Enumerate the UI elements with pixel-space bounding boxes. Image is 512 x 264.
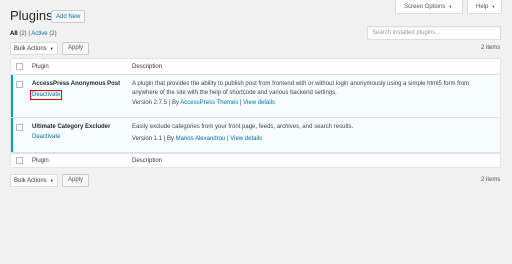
plugin-name: Ultimate Category Excluder bbox=[32, 124, 111, 130]
plugin-meta: Version 2.7.5 | By AccessPress Themes | … bbox=[132, 100, 276, 106]
table-row: AccessPress Anonymous Post Deactivate A … bbox=[11, 75, 500, 118]
plugin-version: Version 1.1 bbox=[132, 136, 163, 142]
items-count-top: 2 items bbox=[481, 45, 501, 51]
page-title: Plugins bbox=[10, 8, 53, 23]
table-header: Plugin Description bbox=[11, 59, 500, 75]
search-plugins-input[interactable]: Search installed plugins... bbox=[367, 26, 501, 40]
add-new-button[interactable]: Add New bbox=[51, 10, 86, 23]
plugin-author-link[interactable]: Marios Alexandrou bbox=[176, 136, 226, 142]
active-indicator bbox=[11, 75, 13, 117]
filter-separator: | bbox=[28, 31, 30, 37]
help-label: Help bbox=[476, 4, 489, 10]
plugin-status-filters: All (2) | Active (2) bbox=[10, 31, 57, 37]
column-footer-description: Description bbox=[132, 158, 163, 164]
filter-all-link[interactable]: All bbox=[10, 31, 18, 37]
bulk-actions-select-top[interactable]: Bulk Actions ▼ bbox=[10, 42, 58, 55]
deactivate-link[interactable]: Deactivate bbox=[32, 134, 60, 140]
plugin-version: Version 2.7.5 bbox=[132, 100, 168, 106]
view-details-link[interactable]: View details bbox=[230, 136, 262, 142]
plugins-table: Plugin Description AccessPress Anonymous… bbox=[10, 58, 501, 168]
caret-down-icon: ▼ bbox=[448, 4, 453, 9]
bulk-actions-label: Bulk Actions bbox=[14, 178, 47, 184]
deactivate-link[interactable]: Deactivate bbox=[30, 90, 63, 100]
help-button[interactable]: Help ▼ bbox=[467, 0, 502, 14]
bulk-actions-label: Bulk Actions bbox=[14, 46, 47, 52]
filter-active-count: (2) bbox=[49, 31, 57, 37]
view-details-link[interactable]: View details bbox=[243, 100, 275, 106]
select-all-checkbox-footer[interactable] bbox=[16, 157, 23, 164]
screen-options-button[interactable]: Screen Options ▼ bbox=[395, 0, 463, 14]
column-header-description: Description bbox=[132, 64, 163, 70]
active-indicator bbox=[11, 118, 13, 152]
row-checkbox[interactable] bbox=[16, 124, 23, 131]
column-header-plugin[interactable]: Plugin bbox=[32, 64, 49, 70]
caret-down-icon: ▼ bbox=[49, 46, 54, 51]
by-label: By bbox=[171, 100, 179, 106]
caret-down-icon: ▼ bbox=[491, 4, 496, 9]
table-row: Ultimate Category Excluder Deactivate Ea… bbox=[11, 118, 500, 153]
caret-down-icon: ▼ bbox=[49, 178, 54, 183]
filter-active-link[interactable]: Active bbox=[31, 31, 47, 37]
plugin-description: A plugin that provides the ability to pu… bbox=[132, 81, 470, 96]
apply-button-bottom[interactable]: Apply bbox=[62, 174, 90, 187]
apply-button-top[interactable]: Apply bbox=[62, 42, 90, 55]
bulk-actions-select-bottom[interactable]: Bulk Actions ▼ bbox=[10, 174, 58, 187]
filter-all-count: (2) bbox=[19, 31, 27, 37]
plugin-author-link[interactable]: AccessPress Themes bbox=[180, 100, 238, 106]
by-label: By bbox=[166, 136, 174, 142]
plugin-name: AccessPress Anonymous Post bbox=[32, 81, 121, 87]
table-footer: Plugin Description bbox=[11, 153, 500, 167]
select-all-checkbox[interactable] bbox=[16, 63, 23, 70]
row-checkbox[interactable] bbox=[16, 81, 23, 88]
column-footer-plugin[interactable]: Plugin bbox=[32, 158, 49, 164]
plugin-meta: Version 1.1 | By Marios Alexandrou | Vie… bbox=[132, 136, 263, 142]
screen-options-label: Screen Options bbox=[404, 4, 446, 10]
items-count-bottom: 2 items bbox=[481, 177, 501, 183]
plugin-description: Easily exclude categories from your fron… bbox=[132, 124, 354, 130]
